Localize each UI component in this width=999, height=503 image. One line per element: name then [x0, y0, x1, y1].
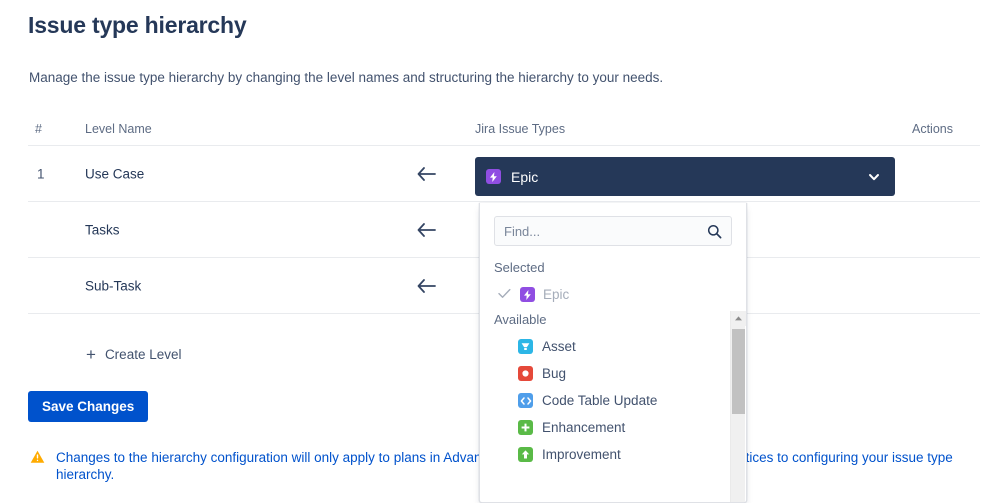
column-header-actions: Actions: [912, 122, 953, 136]
issue-type-dropdown-panel: Selected Epic Available Asset: [479, 203, 747, 503]
jira-issue-types-select[interactable]: Epic: [475, 157, 895, 196]
arrow-up-icon: [518, 447, 533, 462]
bug-icon: [518, 366, 533, 381]
option-label: Code Table Update: [542, 393, 658, 408]
page-title: Issue type hierarchy: [28, 12, 247, 38]
issue-type-hierarchy-page: Issue type hierarchy Manage the issue ty…: [0, 0, 999, 503]
arrow-left-icon[interactable]: [414, 221, 438, 239]
row-level-name: Sub-Task: [85, 278, 142, 293]
group-label-selected: Selected: [494, 260, 545, 275]
search-box[interactable]: [494, 216, 732, 246]
column-header-level-name: Level Name: [85, 122, 152, 136]
plus-square-icon: [518, 420, 533, 435]
search-icon: [707, 224, 722, 244]
create-level-label: Create Level: [104, 347, 182, 362]
page-description: Manage the issue type hierarchy by chang…: [29, 70, 664, 85]
create-level-button[interactable]: + Create Level: [86, 346, 181, 363]
row-level-name: Use Case: [85, 166, 145, 181]
warning-triangle-icon: [30, 450, 45, 467]
epic-icon: [486, 169, 501, 184]
scroll-up-icon[interactable]: [731, 311, 746, 326]
option-improvement[interactable]: Improvement: [480, 441, 728, 468]
save-changes-button[interactable]: Save Changes: [28, 391, 149, 422]
column-header-jira-issue-types: Jira Issue Types: [475, 122, 566, 136]
scrollbar-thumb[interactable]: [732, 329, 745, 414]
option-label: Bug: [542, 366, 567, 381]
option-epic-selected[interactable]: Epic: [480, 281, 728, 308]
dropdown-search-wrapper: [480, 203, 746, 256]
row-number: 1: [37, 166, 45, 181]
arrow-left-icon[interactable]: [414, 277, 438, 295]
dropdown-scrollbar[interactable]: [730, 311, 746, 502]
option-enhancement[interactable]: Enhancement: [480, 414, 728, 441]
issue-type-option-list[interactable]: Selected Epic Available Asset Bug Code T…: [480, 256, 746, 502]
row-level-name: Tasks: [85, 222, 120, 237]
epic-icon: [520, 287, 535, 302]
option-label: Epic: [543, 287, 570, 302]
check-icon: [498, 287, 512, 302]
option-asset[interactable]: Asset: [480, 333, 728, 360]
option-label: Improvement: [542, 447, 621, 462]
option-bug[interactable]: Bug: [480, 360, 728, 387]
code-icon: [518, 393, 533, 408]
option-label: Asset: [542, 339, 576, 354]
plus-icon: +: [86, 345, 96, 364]
option-code-table-update[interactable]: Code Table Update: [480, 387, 728, 414]
chevron-down-icon[interactable]: [867, 170, 881, 184]
group-label-available: Available: [494, 312, 547, 327]
arrow-left-icon[interactable]: [414, 165, 438, 183]
column-header-number: #: [35, 122, 42, 136]
asset-icon: [518, 339, 533, 354]
option-label: Enhancement: [542, 420, 626, 435]
search-input[interactable]: [495, 217, 731, 245]
table-header-row: # Level Name Jira Issue Types Actions: [28, 122, 980, 146]
selected-issue-type-label: Epic: [511, 168, 539, 185]
